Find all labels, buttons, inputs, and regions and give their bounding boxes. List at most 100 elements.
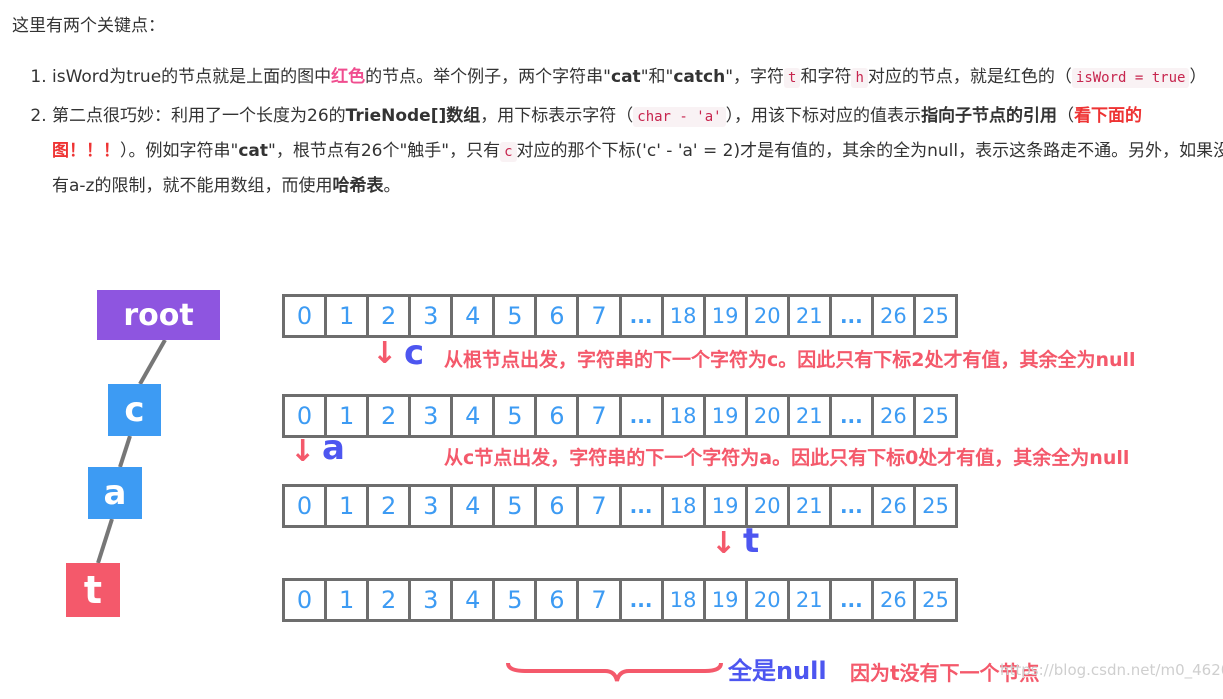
array-cell: 25 — [915, 487, 955, 525]
text: ） — [1189, 67, 1207, 87]
array-cell: ... — [831, 397, 871, 435]
array-cell: 1 — [327, 297, 367, 335]
array-cell: 21 — [789, 297, 829, 335]
down-arrow: ↓ — [290, 434, 316, 469]
array-cell: 4 — [453, 297, 493, 335]
code-char: char - 'a' — [633, 107, 726, 127]
text: "和" — [640, 67, 674, 87]
array-cell: 3 — [411, 581, 451, 619]
bold-hashtable: 哈希表 — [332, 176, 384, 196]
array-cell: 26 — [873, 581, 913, 619]
bold-reference: 指向子节点的引用 — [921, 106, 1058, 126]
array-cell: 4 — [453, 397, 493, 435]
bold-catch: catch — [673, 67, 726, 87]
down-arrow: ↓ — [372, 336, 398, 371]
array-cell: 3 — [411, 487, 451, 525]
array-cell: 6 — [537, 297, 577, 335]
text: 的节点。举个例子，两个字符串" — [365, 67, 611, 87]
text: （ — [1057, 106, 1075, 126]
array-cell: 7 — [579, 581, 619, 619]
array-cell: 0 — [285, 581, 325, 619]
red-word: 红色 — [331, 67, 366, 87]
array-cell: ... — [831, 297, 871, 335]
array-cell: 5 — [495, 487, 535, 525]
array-cell: 18 — [663, 487, 703, 525]
text: 对应的节点，就是红色的（ — [867, 67, 1072, 87]
code-t: t — [784, 68, 801, 88]
tree-node-root: root — [97, 290, 220, 340]
array-cell: 4 — [453, 581, 493, 619]
array-cell: 26 — [873, 297, 913, 335]
bold-cat: cat — [611, 67, 641, 87]
brace-icon — [506, 662, 723, 682]
array-cell: 6 — [537, 487, 577, 525]
code-h: h — [851, 68, 868, 88]
char-label: a — [322, 428, 345, 468]
down-arrow: ↓ — [711, 526, 737, 561]
array-cell: 20 — [747, 581, 787, 619]
array-cell: ... — [621, 397, 661, 435]
array-cell: 6 — [537, 581, 577, 619]
array-cell: 21 — [789, 487, 829, 525]
array-cell: 0 — [285, 297, 325, 335]
array-cell: 7 — [579, 297, 619, 335]
note-text: 从c节点出发，字符串的下一个字符为a。因此只有下标0处才有值，其余全为null — [444, 447, 1130, 469]
array-cell: ... — [831, 581, 871, 619]
tree-node-a: a — [88, 467, 142, 519]
array-cell: 3 — [411, 297, 451, 335]
array-cell: 0 — [285, 397, 325, 435]
array-cell: 0 — [285, 487, 325, 525]
array-cell: 25 — [915, 581, 955, 619]
array-cell: ... — [831, 487, 871, 525]
array-cell: 19 — [705, 581, 745, 619]
array-cell: 20 — [747, 297, 787, 335]
text: "，字符 — [725, 67, 785, 87]
array-cell: 26 — [873, 397, 913, 435]
char-label: c — [404, 333, 425, 373]
text: ，用下标表示字符（ — [480, 106, 634, 126]
tree-node-t: t — [66, 563, 120, 617]
array-cell: 19 — [705, 487, 745, 525]
array-cell: 18 — [663, 581, 703, 619]
array-cell: 5 — [495, 397, 535, 435]
array-cell: 6 — [537, 397, 577, 435]
array-cell: 21 — [789, 397, 829, 435]
text: ），用该下标对应的值表示 — [725, 106, 922, 126]
array-cell: 1 — [327, 487, 367, 525]
array-cell: 2 — [369, 297, 409, 335]
array-cell: 7 — [579, 397, 619, 435]
array-cell: ... — [621, 581, 661, 619]
tree-edges — [96, 339, 167, 564]
code-isword: isWord = true — [1071, 68, 1190, 88]
array-cell: 25 — [915, 297, 955, 335]
note-text: 从根节点出发，字符串的下一个字符为c。因此只有下标2处才有值，其余全为null — [444, 349, 1136, 371]
array-cell: ... — [621, 487, 661, 525]
text: 和字符 — [800, 67, 852, 87]
array-cell: 19 — [705, 397, 745, 435]
array-cell: 2 — [369, 397, 409, 435]
array-cell: 1 — [327, 581, 367, 619]
array-cell: 3 — [411, 397, 451, 435]
array-cell: 5 — [495, 581, 535, 619]
bold-trienode: TrieNode[]数组 — [345, 106, 481, 126]
children-array: 0 1 2 3 4 5 6 7... 18 19 20 21... 26 25 — [282, 484, 958, 528]
array-cell: 18 — [663, 397, 703, 435]
all-null-label: 全是null — [728, 657, 827, 685]
array-cell: 2 — [369, 487, 409, 525]
children-array: 0 1 2 3 4 5 6 7... 18 19 20 21... 26 25 — [282, 394, 958, 438]
char-label: t — [743, 521, 760, 561]
array-cell: 19 — [705, 297, 745, 335]
array-cell: 20 — [747, 397, 787, 435]
watermark: https://blog.csdn.net/m0_46202073 — [1000, 661, 1223, 679]
text: "，根节点有26个"触手"，只有 — [268, 141, 501, 161]
tree-node-c: c — [108, 384, 161, 436]
array-cell: 25 — [915, 397, 955, 435]
children-array: 0 1 2 3 4 5 6 7... 18 19 20 21... 26 25 — [282, 294, 958, 338]
array-cell: 4 — [453, 487, 493, 525]
text: 。 — [383, 176, 401, 196]
array-cell: 20 — [747, 487, 787, 525]
array-cell: 2 — [369, 581, 409, 619]
array-cell: 26 — [873, 487, 913, 525]
array-cell: 21 — [789, 581, 829, 619]
code-c: c — [500, 142, 517, 162]
